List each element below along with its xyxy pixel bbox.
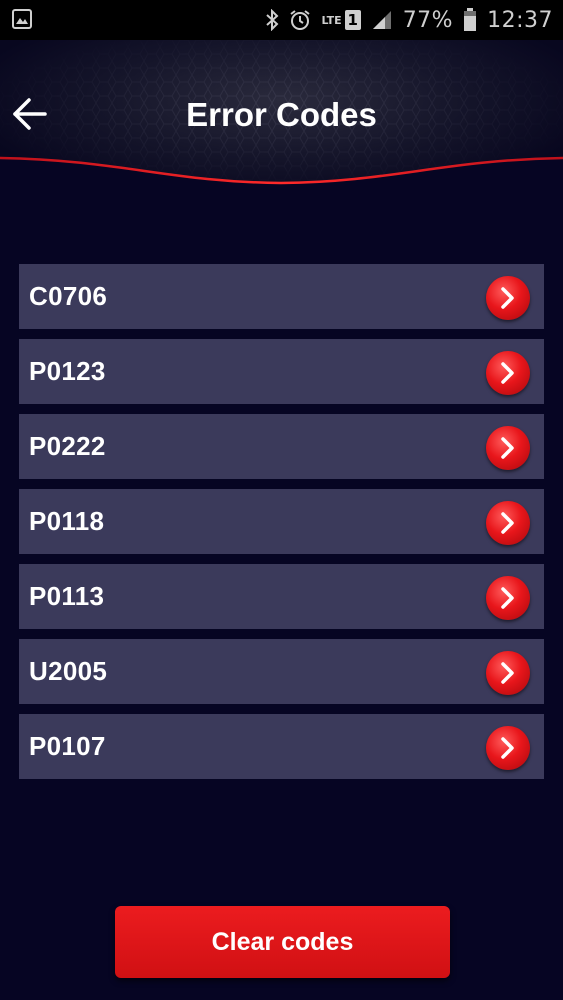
image-icon (12, 9, 32, 29)
chevron-right-icon (501, 362, 514, 384)
error-code-row[interactable]: P0107 (19, 714, 544, 779)
clear-codes-button[interactable]: Clear codes (115, 906, 450, 978)
open-code-button[interactable] (486, 426, 530, 470)
back-button[interactable] (8, 92, 52, 136)
status-bar: LTE 1 77% 12:37 (0, 0, 563, 40)
signal-icon (371, 9, 393, 31)
open-code-button[interactable] (486, 276, 530, 320)
page-title-text: Error Codes (186, 96, 377, 133)
alarm-icon (289, 9, 311, 31)
open-code-button[interactable] (486, 351, 530, 395)
status-indicators: LTE 1 77% 12:37 (265, 0, 553, 40)
network-type: LTE (321, 13, 342, 27)
lte-icon: LTE 1 (321, 10, 361, 30)
battery-icon (463, 8, 477, 32)
open-code-button[interactable] (486, 501, 530, 545)
chevron-right-icon (501, 662, 514, 684)
sim-slot-badge: 1 (344, 10, 361, 30)
chevron-right-icon (501, 437, 514, 459)
clock-time: 12:37 (487, 7, 553, 33)
error-code-row[interactable]: C0706 (19, 264, 544, 329)
error-code-row[interactable]: P0222 (19, 414, 544, 479)
error-code-label: P0113 (29, 581, 105, 611)
chevron-right-icon (501, 587, 514, 609)
arrow-left-icon (13, 98, 47, 130)
error-code-label: P0118 (29, 506, 105, 536)
open-code-button[interactable] (486, 576, 530, 620)
error-code-label: P0222 (29, 431, 106, 461)
open-code-button[interactable] (486, 651, 530, 695)
bluetooth-icon (265, 9, 279, 31)
app-header: Error Codes (0, 40, 563, 190)
error-code-label: P0107 (29, 731, 106, 761)
chevron-right-icon (501, 512, 514, 534)
error-codes-screen: LTE 1 77% 12:37 Error Codes C0706 P0123 … (0, 0, 563, 1000)
error-code-row[interactable]: P0123 (19, 339, 544, 404)
error-code-label: P0123 (29, 356, 106, 386)
error-code-row[interactable]: P0118 (19, 489, 544, 554)
chevron-right-icon (501, 287, 514, 309)
error-code-row[interactable]: P0113 (19, 564, 544, 629)
chevron-right-icon (501, 737, 514, 759)
open-code-button[interactable] (486, 726, 530, 770)
error-code-list: C0706 P0123 P0222 P0118 P0113 U2005 P0107 (19, 264, 544, 789)
error-code-label: C0706 (29, 281, 108, 311)
error-code-label: U2005 (29, 656, 108, 686)
battery-percent: 77% (402, 7, 454, 33)
error-code-row[interactable]: U2005 (19, 639, 544, 704)
